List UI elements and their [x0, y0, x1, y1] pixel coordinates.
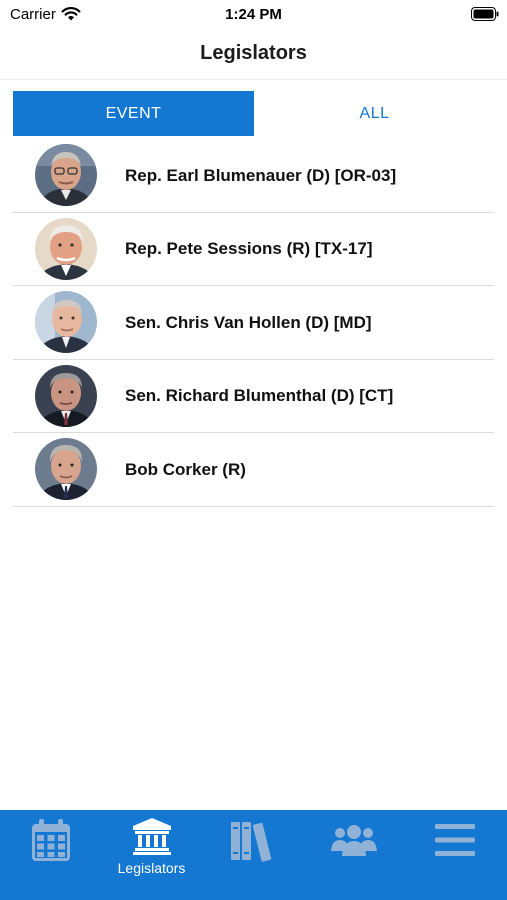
page-title: Legislators	[200, 42, 307, 64]
menu-icon	[434, 824, 475, 856]
legislator-row[interactable]: Rep. Pete Sessions (R) [TX-17]	[13, 213, 494, 286]
battery-icon	[471, 7, 499, 21]
tab-menu[interactable]	[404, 810, 505, 900]
legislator-name: Sen. Richard Blumenthal (D) [CT]	[125, 386, 394, 405]
legislator-row[interactable]: Sen. Richard Blumenthal (D) [CT]	[13, 360, 494, 433]
avatar	[35, 438, 97, 500]
calendar-icon	[31, 819, 70, 861]
segment-event[interactable]: EVENT	[13, 91, 254, 136]
tab-calendar[interactable]	[0, 810, 101, 900]
legislator-list: Rep. Earl Blumenauer (D) [OR-03] Rep. Pe…	[13, 139, 494, 507]
legislator-row[interactable]: Rep. Earl Blumenauer (D) [OR-03]	[13, 139, 494, 213]
tab-legislators[interactable]: Legislators	[101, 810, 202, 900]
avatar	[35, 217, 97, 280]
legislator-row[interactable]: Bob Corker (R)	[13, 433, 494, 507]
avatar	[35, 291, 97, 353]
capitol-building-icon	[132, 818, 171, 855]
legislator-name: Sen. Chris Van Hollen (D) [MD]	[125, 312, 372, 332]
tab-groups[interactable]	[303, 810, 404, 900]
tab-library[interactable]	[202, 810, 303, 900]
tab-bar: Legislators	[0, 810, 507, 900]
legislator-row[interactable]: Sen. Chris Van Hollen (D) [MD]	[13, 286, 494, 360]
segment-all[interactable]: ALL	[254, 91, 495, 136]
legislator-name: Rep. Earl Blumenauer (D) [OR-03]	[125, 165, 397, 185]
books-icon	[230, 822, 271, 862]
legislator-name: Rep. Pete Sessions (R) [TX-17]	[125, 239, 373, 258]
segmented-control: EVENT ALL	[13, 91, 495, 136]
legislator-name: Bob Corker (R)	[125, 459, 246, 479]
avatar	[35, 364, 97, 427]
avatar	[35, 144, 97, 206]
group-icon	[330, 825, 377, 856]
status-bar: Carrier 1:24 PM	[0, 0, 507, 28]
status-time: 1:24 PM	[225, 6, 282, 23]
tab-label-legislators: Legislators	[117, 860, 186, 876]
navigation-bar: Legislators	[0, 28, 507, 80]
